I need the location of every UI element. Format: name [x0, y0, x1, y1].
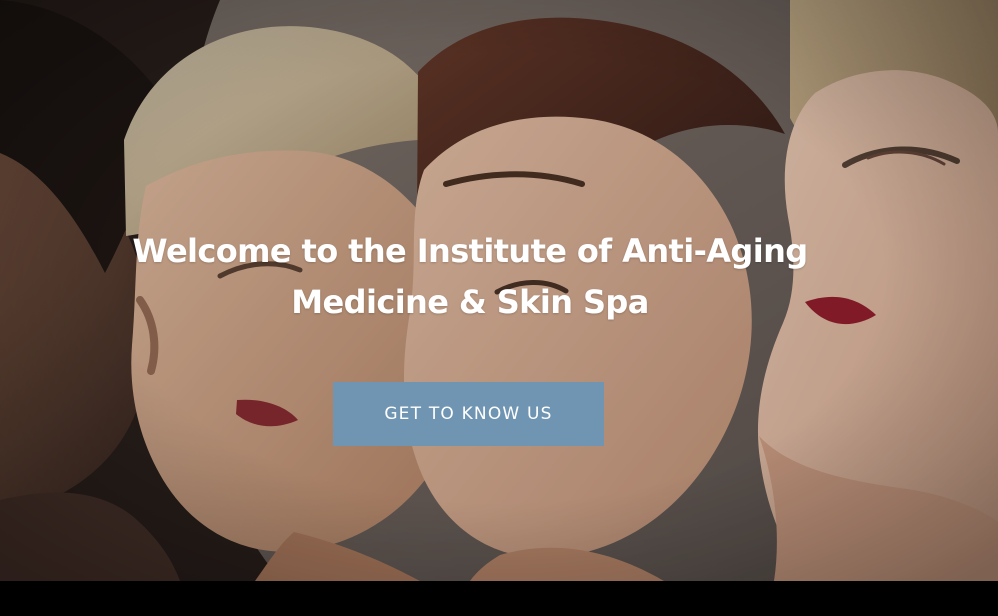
get-to-know-us-button[interactable]: GET TO KNOW US — [333, 382, 604, 446]
hero-title-line-2: Medicine & Skin Spa — [291, 283, 649, 321]
homepage: Welcome to the Institute of Anti-Aging M… — [0, 0, 998, 616]
hero-section: Welcome to the Institute of Anti-Aging M… — [0, 0, 998, 581]
bottom-bar — [0, 581, 998, 616]
hero-content: Welcome to the Institute of Anti-Aging M… — [0, 0, 998, 581]
hero-title: Welcome to the Institute of Anti-Aging M… — [120, 226, 820, 328]
hero-title-line-1: Welcome to the Institute of Anti-Aging — [132, 232, 808, 270]
